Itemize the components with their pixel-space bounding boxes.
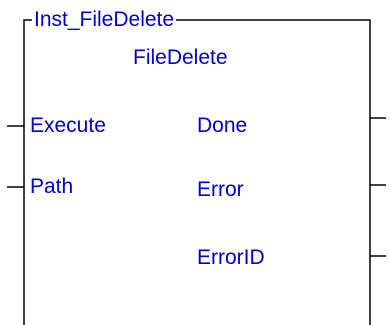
instance-name-label: Inst_FileDelete (32, 8, 177, 32)
input-pins (7, 125, 24, 188)
outline-top-left-segment (23, 19, 32, 325)
output-pin-done-label: Done (197, 114, 248, 137)
block-type-name: FileDelete (133, 46, 228, 69)
output-pin-error-label: Error (197, 178, 244, 201)
input-pin-path-label: Path (30, 175, 74, 198)
output-pin-errorid-label: ErrorID (197, 246, 265, 269)
input-pin-execute-label: Execute (30, 114, 106, 137)
output-pins (370, 117, 386, 257)
